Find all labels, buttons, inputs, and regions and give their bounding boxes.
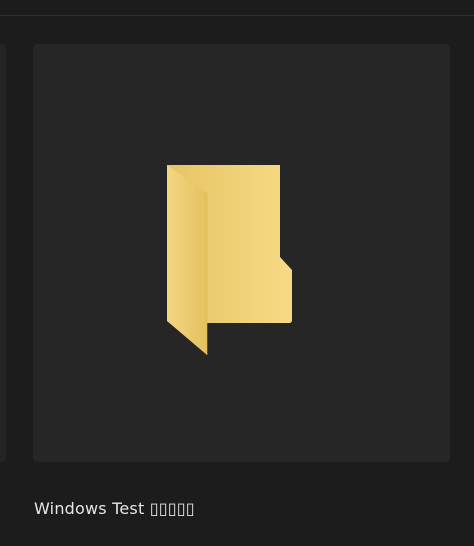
- folder-icon: [167, 165, 292, 355]
- folder-name[interactable]: Windows Test ▯▯▯▯▯: [34, 499, 195, 518]
- folder-tile[interactable]: [33, 44, 450, 462]
- top-bar: [0, 0, 474, 16]
- previous-tile[interactable]: [0, 44, 6, 462]
